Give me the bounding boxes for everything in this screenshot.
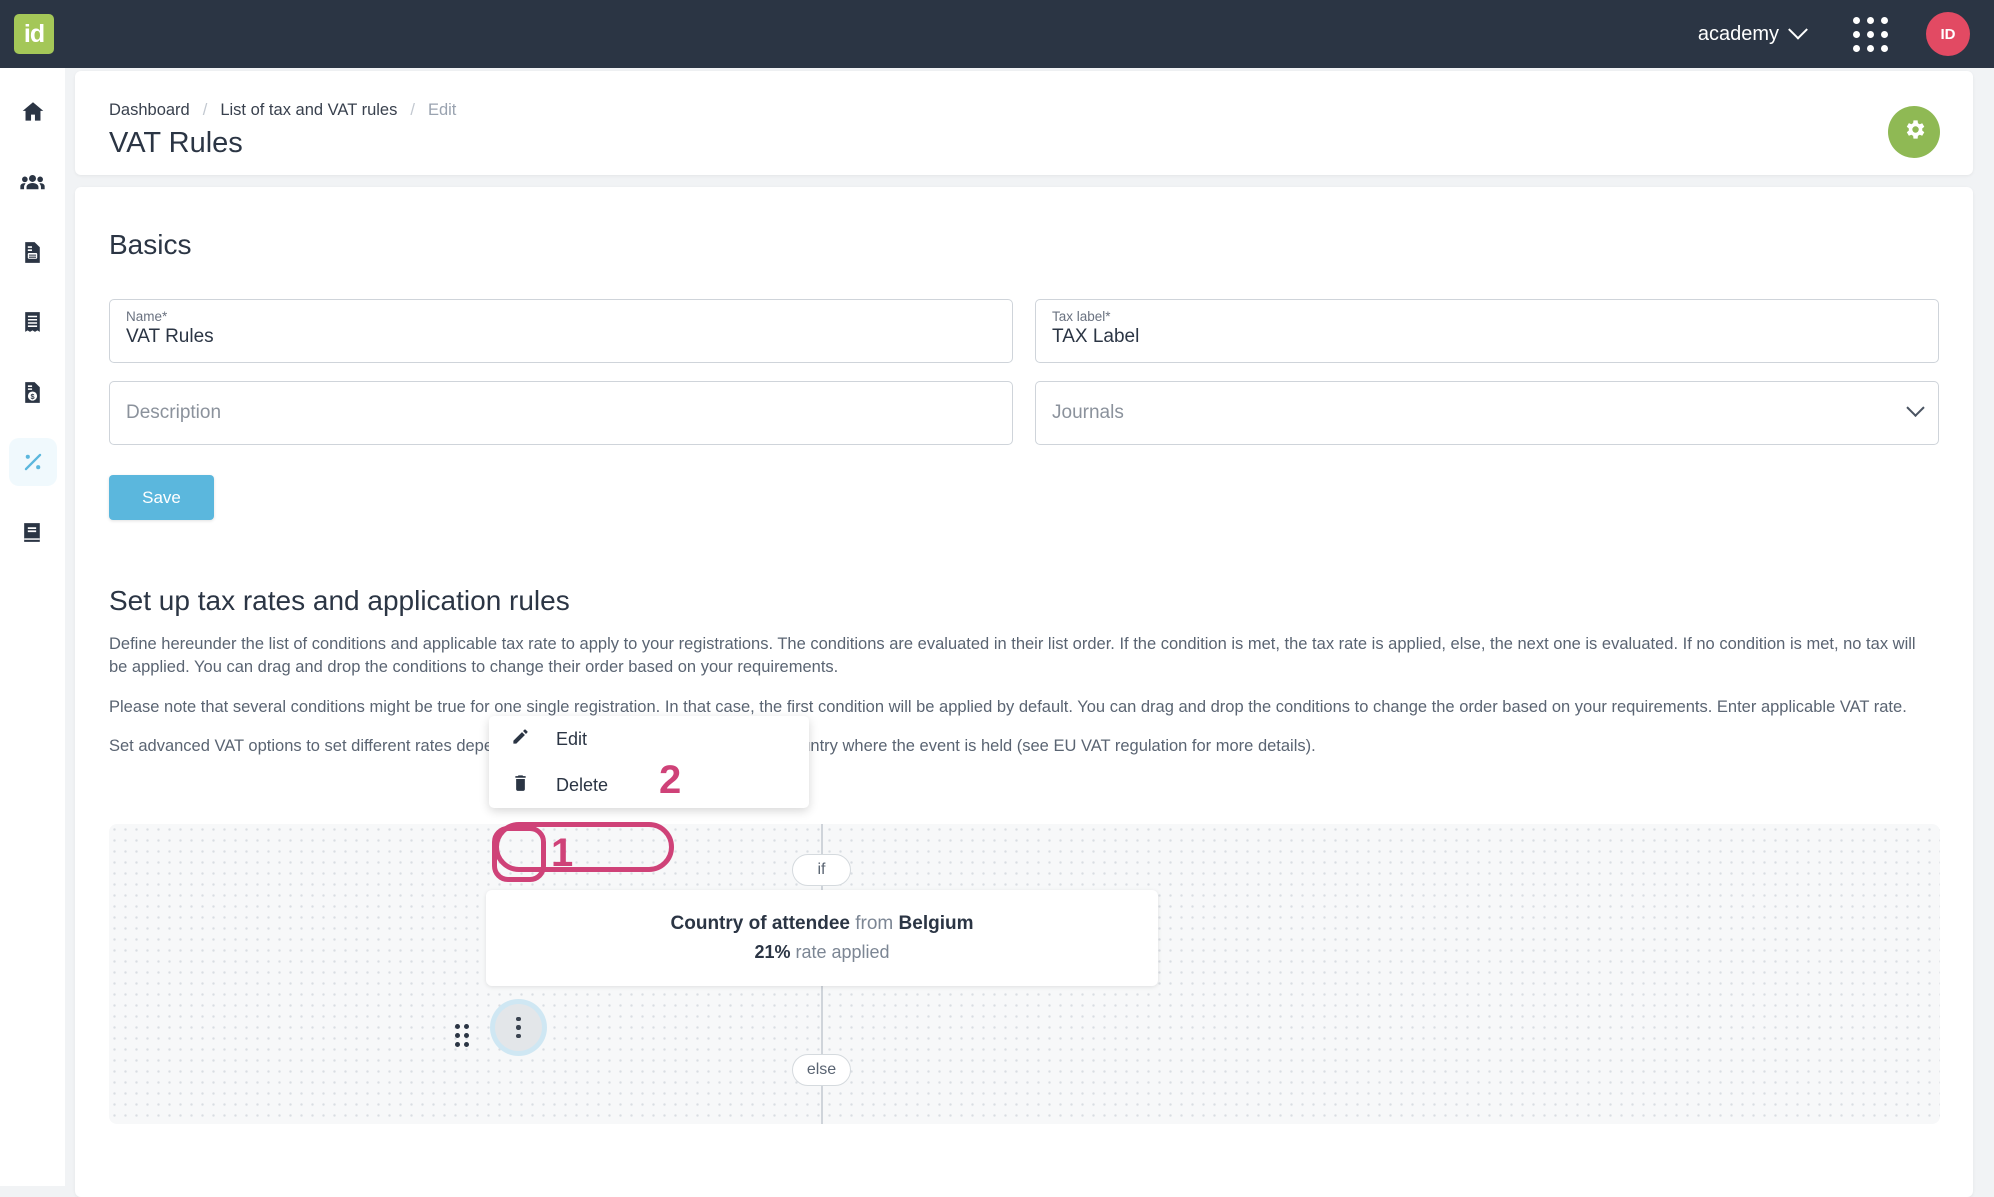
settings-button[interactable] bbox=[1888, 106, 1940, 158]
tax-label-field[interactable]: Tax label* TAX Label bbox=[1035, 299, 1939, 363]
people-icon bbox=[19, 169, 46, 196]
sidebar-item-receipts[interactable] bbox=[9, 298, 57, 346]
gear-icon bbox=[1902, 117, 1927, 147]
basics-form: Name* VAT Rules Tax label* TAX Label Des… bbox=[109, 299, 1939, 445]
sidebar-item-documents[interactable] bbox=[9, 228, 57, 276]
context-menu: Edit Delete bbox=[489, 716, 809, 808]
sidebar-item-home[interactable] bbox=[9, 88, 57, 136]
annotation-step-2: 2 bbox=[659, 758, 682, 802]
menu-item-delete-label: Delete bbox=[556, 774, 609, 795]
badge-if: if bbox=[792, 854, 851, 886]
svg-text:$: $ bbox=[30, 391, 34, 400]
rule-subject: Country of attendee bbox=[670, 913, 850, 934]
basics-section-title: Basics bbox=[109, 229, 192, 260]
trash-icon bbox=[511, 773, 530, 797]
invoice-dollar-icon: $ bbox=[20, 380, 45, 405]
sidebar: $ bbox=[0, 68, 65, 1186]
book-icon bbox=[20, 520, 45, 545]
pencil-icon bbox=[511, 727, 530, 751]
menu-item-edit[interactable]: Edit bbox=[489, 716, 809, 762]
breadcrumb-item-dashboard[interactable]: Dashboard bbox=[109, 101, 190, 120]
sidebar-item-invoices[interactable]: $ bbox=[9, 368, 57, 416]
rules-paragraph-2: Please note that several conditions migh… bbox=[109, 697, 1907, 716]
sidebar-item-library[interactable] bbox=[9, 508, 57, 556]
menu-item-edit-label: Edit bbox=[556, 728, 588, 749]
drag-handle-icon[interactable] bbox=[455, 1024, 469, 1047]
rule-rate-suffix: rate applied bbox=[795, 942, 890, 962]
journals-placeholder: Journals bbox=[1052, 402, 1124, 423]
tax-label-field-value: TAX Label bbox=[1052, 326, 1140, 347]
rule-kebab-menu-button[interactable] bbox=[495, 1004, 542, 1051]
app-logo[interactable]: id bbox=[14, 14, 54, 54]
description-field[interactable]: Description bbox=[109, 381, 1013, 445]
rules-canvas: if else Country of attendee from Belgium… bbox=[109, 824, 1940, 1124]
page-header-card: Dashboard / List of tax and VAT rules / … bbox=[75, 71, 1973, 175]
rule-condition-text: Country of attendee from Belgium bbox=[671, 913, 974, 935]
name-field[interactable]: Name* VAT Rules bbox=[109, 299, 1013, 363]
sidebar-item-taxes[interactable] bbox=[8, 438, 57, 486]
save-button[interactable]: Save bbox=[109, 475, 214, 520]
chevron-down-icon bbox=[1788, 19, 1808, 40]
percent-icon bbox=[20, 449, 46, 475]
rule-object: Belgium bbox=[898, 913, 974, 934]
avatar[interactable]: ID bbox=[1926, 12, 1970, 56]
tax-label-field-label: Tax label* bbox=[1052, 309, 1111, 324]
rule-rate-value: 21% bbox=[754, 942, 791, 962]
breadcrumb-item-edit: Edit bbox=[427, 101, 457, 119]
home-icon bbox=[20, 99, 46, 125]
annotation-step-1: 1 bbox=[551, 831, 574, 875]
rule-condition-card[interactable]: Country of attendee from Belgium 21% rat… bbox=[486, 890, 1158, 986]
breadcrumb-separator: / bbox=[410, 101, 415, 119]
page-content: Dashboard / List of tax and VAT rules / … bbox=[65, 68, 1994, 1197]
rules-section: Set up tax rates and application rules D… bbox=[109, 585, 1939, 759]
journals-select[interactable]: Journals bbox=[1035, 381, 1939, 445]
rules-paragraph-1: Define hereunder the list of conditions … bbox=[109, 635, 1916, 677]
breadcrumb: Dashboard / List of tax and VAT rules / … bbox=[109, 101, 1939, 120]
rules-paragraph-3: Set advanced VAT options to set differen… bbox=[109, 737, 1316, 756]
name-field-label: Name* bbox=[126, 309, 168, 324]
annotation-ring-kebab bbox=[492, 826, 546, 882]
receipt-icon bbox=[20, 310, 45, 335]
sidebar-item-people[interactable] bbox=[9, 158, 57, 206]
badge-else: else bbox=[792, 1054, 851, 1086]
rule-connector: from bbox=[855, 913, 894, 934]
main-card: Basics Name* VAT Rules Tax label* TAX La… bbox=[75, 187, 1973, 1197]
rule-rate-text: 21% rate applied bbox=[754, 942, 889, 963]
apps-grid-icon[interactable] bbox=[1853, 16, 1888, 52]
chevron-down-icon bbox=[1906, 398, 1925, 417]
description-placeholder: Description bbox=[126, 402, 222, 423]
page-title: VAT Rules bbox=[109, 127, 243, 159]
name-field-value: VAT Rules bbox=[126, 326, 214, 347]
document-icon bbox=[20, 240, 45, 265]
topbar-right-group: academy ID bbox=[1698, 12, 1994, 56]
breadcrumb-item-list[interactable]: List of tax and VAT rules bbox=[220, 101, 397, 120]
top-bar: id academy ID bbox=[0, 0, 1994, 68]
org-switcher[interactable]: academy bbox=[1697, 19, 1808, 46]
menu-item-delete[interactable]: Delete bbox=[489, 762, 809, 808]
breadcrumb-separator: / bbox=[202, 101, 208, 119]
org-name-label: academy bbox=[1697, 22, 1779, 45]
rules-section-title: Set up tax rates and application rules bbox=[109, 585, 570, 616]
